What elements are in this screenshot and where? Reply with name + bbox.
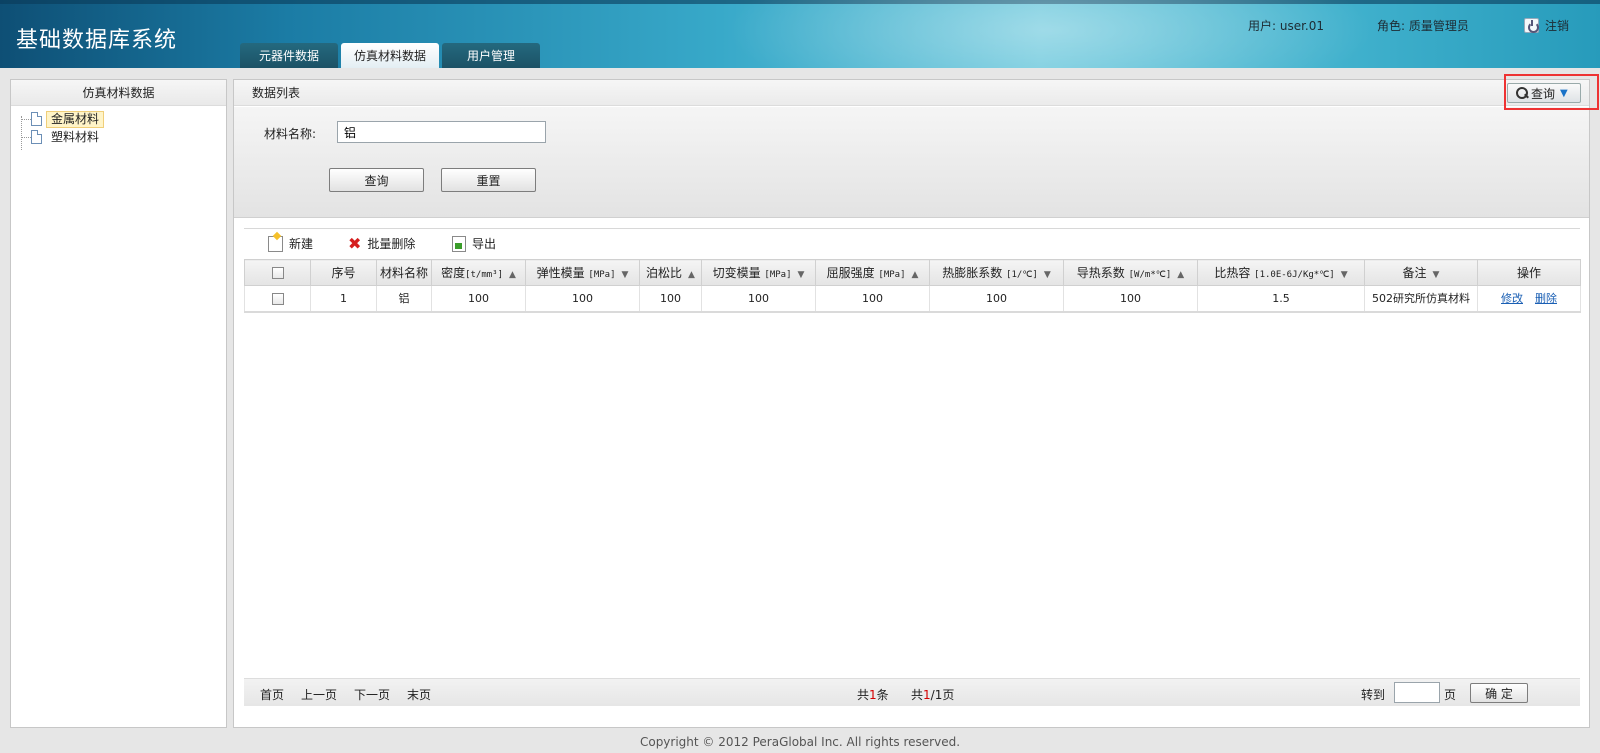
batch-delete-button[interactable]: ✖ 批量删除 <box>348 235 415 252</box>
tab-user-management[interactable]: 用户管理 <box>442 43 540 68</box>
cell-thermal-expansion: 100 <box>929 285 1064 313</box>
data-list-panel: 数据列表 查询 ▼ 材料名称: 查询 重置 新建 ✖ 批量删除 导出 <box>233 79 1590 728</box>
edit-link[interactable]: 修改 <box>1501 292 1523 305</box>
logout-label: 注销 <box>1545 19 1570 33</box>
search-form: 材料名称: 查询 重置 <box>234 107 1589 218</box>
cell-yield-strength: 100 <box>815 285 930 313</box>
column-header-thermal-conductivity[interactable]: 导热系数 [W/m*℃] ▲ <box>1063 259 1198 286</box>
prev-page-link[interactable]: 上一页 <box>301 686 337 703</box>
cell-index: 1 <box>310 285 377 313</box>
column-header-poisson-ratio[interactable]: 泊松比 ▲ <box>639 259 702 286</box>
goto-confirm-button[interactable]: 确 定 <box>1470 683 1528 703</box>
sort-asc-icon: ▲ <box>688 270 695 280</box>
search-button[interactable]: 查询 <box>329 168 424 192</box>
material-tree-panel: 仿真材料数据 金属材料 塑料材料 <box>10 79 227 728</box>
cell-poisson-ratio: 100 <box>639 285 702 313</box>
new-label: 新建 <box>289 237 314 251</box>
sort-asc-icon: ▲ <box>1177 270 1185 280</box>
column-header-actions: 操作 <box>1477 259 1581 286</box>
delete-x-icon: ✖ <box>348 233 362 253</box>
panel-title: 数据列表 <box>252 86 301 100</box>
column-header-name[interactable]: 材料名称 <box>376 259 432 286</box>
column-header-specific-heat[interactable]: 比热容 [1.0E-6J/Kg*℃] ▼ <box>1197 259 1365 286</box>
materials-table: 序号 材料名称 密度[t/mm³] ▲ 弹性模量 [MPa] ▼ 泊松比 ▲ 切变模量… <box>244 259 1581 313</box>
sidebar-title: 仿真材料数据 <box>11 80 226 106</box>
new-button[interactable]: 新建 <box>268 235 313 252</box>
logout-button[interactable]: 注销 <box>1524 17 1569 34</box>
file-icon <box>31 130 42 144</box>
header-glow <box>700 0 1400 68</box>
tab-components[interactable]: 元器件数据 <box>240 43 338 68</box>
column-header-remark[interactable]: 备注 ▼ <box>1364 259 1478 286</box>
cell-actions: 修改 删除 <box>1477 285 1581 313</box>
last-page-link[interactable]: 末页 <box>407 686 431 703</box>
file-icon <box>31 112 42 126</box>
power-icon <box>1524 18 1539 33</box>
tree-item-label: 塑料材料 <box>51 129 100 144</box>
material-tree: 金属材料 塑料材料 <box>11 106 226 150</box>
tree-item-plastic[interactable]: 塑料材料 <box>21 128 226 146</box>
export-label: 导出 <box>472 237 497 251</box>
first-page-link[interactable]: 首页 <box>260 686 284 703</box>
sort-desc-icon: ▼ <box>1043 270 1051 280</box>
sort-desc-icon: ▼ <box>1340 270 1348 280</box>
table-header-row: 序号 材料名称 密度[t/mm³] ▲ 弹性模量 [MPa] ▼ 泊松比 ▲ 切变模量… <box>244 259 1581 286</box>
sort-asc-icon: ▲ <box>911 270 919 280</box>
sort-desc-icon: ▼ <box>621 270 629 280</box>
goto-label: 转到 <box>1361 688 1386 702</box>
goto-page-input[interactable] <box>1394 682 1440 703</box>
tree-item-metal[interactable]: 金属材料 <box>21 110 226 128</box>
delete-link[interactable]: 删除 <box>1535 292 1557 305</box>
cell-name: 铝 <box>376 285 432 313</box>
sort-desc-icon: ▼ <box>1432 270 1440 280</box>
column-header-elastic-modulus[interactable]: 弹性模量 [MPa] ▼ <box>525 259 640 286</box>
main-nav-tabs: 元器件数据 仿真材料数据 用户管理 <box>240 43 540 68</box>
current-role: 角色: 质量管理员 <box>1377 19 1469 33</box>
sort-desc-icon: ▼ <box>797 270 805 280</box>
new-document-icon <box>268 235 283 252</box>
sort-asc-icon: ▲ <box>509 270 516 280</box>
cell-specific-heat: 1.5 <box>1197 285 1365 313</box>
pagination-bar: 首页 上一页 下一页 末页 共1条 共1/1页 转到 页 确 定 <box>244 678 1580 706</box>
tree-item-label: 金属材料 <box>46 110 105 128</box>
select-all-checkbox[interactable] <box>271 267 284 279</box>
column-header-thermal-expansion[interactable]: 热膨胀系数 [1/℃] ▼ <box>929 259 1064 286</box>
row-checkbox[interactable] <box>271 292 284 305</box>
cell-elastic-modulus: 100 <box>525 285 640 313</box>
column-header-density[interactable]: 密度[t/mm³] ▲ <box>431 259 526 286</box>
panel-header: 数据列表 查询 ▼ <box>234 80 1589 106</box>
batch-delete-label: 批量删除 <box>367 237 416 251</box>
grid-toolbar: 新建 ✖ 批量删除 导出 <box>244 229 1580 259</box>
reset-button[interactable]: 重置 <box>441 168 536 192</box>
tree-connector <box>21 116 22 150</box>
current-user: 用户: user.01 <box>1248 19 1325 33</box>
page-info: 共1/1页 <box>911 688 955 702</box>
data-grid: 新建 ✖ 批量删除 导出 序号 材料名称 密度[t/mm³] ▲ 弹性模量 [M… <box>244 228 1581 313</box>
cell-density: 100 <box>431 285 526 313</box>
copyright-footer: Copyright © 2012 PeraGlobal Inc. All rig… <box>639 735 961 749</box>
column-header-shear-modulus[interactable]: 切变模量 [MPa] ▼ <box>701 259 816 286</box>
cell-thermal-conductivity: 100 <box>1063 285 1198 313</box>
column-header-index[interactable]: 序号 <box>310 259 377 286</box>
query-highlight-box <box>1504 74 1599 110</box>
cell-shear-modulus: 100 <box>701 285 816 313</box>
page-unit-label: 页 <box>1444 688 1457 702</box>
row-select-cell <box>244 285 311 313</box>
app-title: 基础数据库系统 <box>16 28 178 53</box>
material-name-input[interactable] <box>337 121 546 143</box>
column-header-yield-strength[interactable]: 屈服强度 [MPa] ▲ <box>815 259 930 286</box>
material-name-label: 材料名称: <box>264 127 317 141</box>
app-header: 基础数据库系统 元器件数据 仿真材料数据 用户管理 用户: user.01 角色… <box>0 0 1600 68</box>
export-icon <box>452 235 466 252</box>
export-button[interactable]: 导出 <box>452 235 496 252</box>
tab-simulation-materials[interactable]: 仿真材料数据 <box>341 43 439 68</box>
select-all-header <box>244 259 311 286</box>
next-page-link[interactable]: 下一页 <box>354 686 390 703</box>
cell-remark: 502研究所仿真材料 <box>1364 285 1478 313</box>
total-records: 共1条 <box>857 688 889 702</box>
table-row: 1 铝 100 100 100 100 100 100 100 1.5 502研… <box>244 285 1581 313</box>
